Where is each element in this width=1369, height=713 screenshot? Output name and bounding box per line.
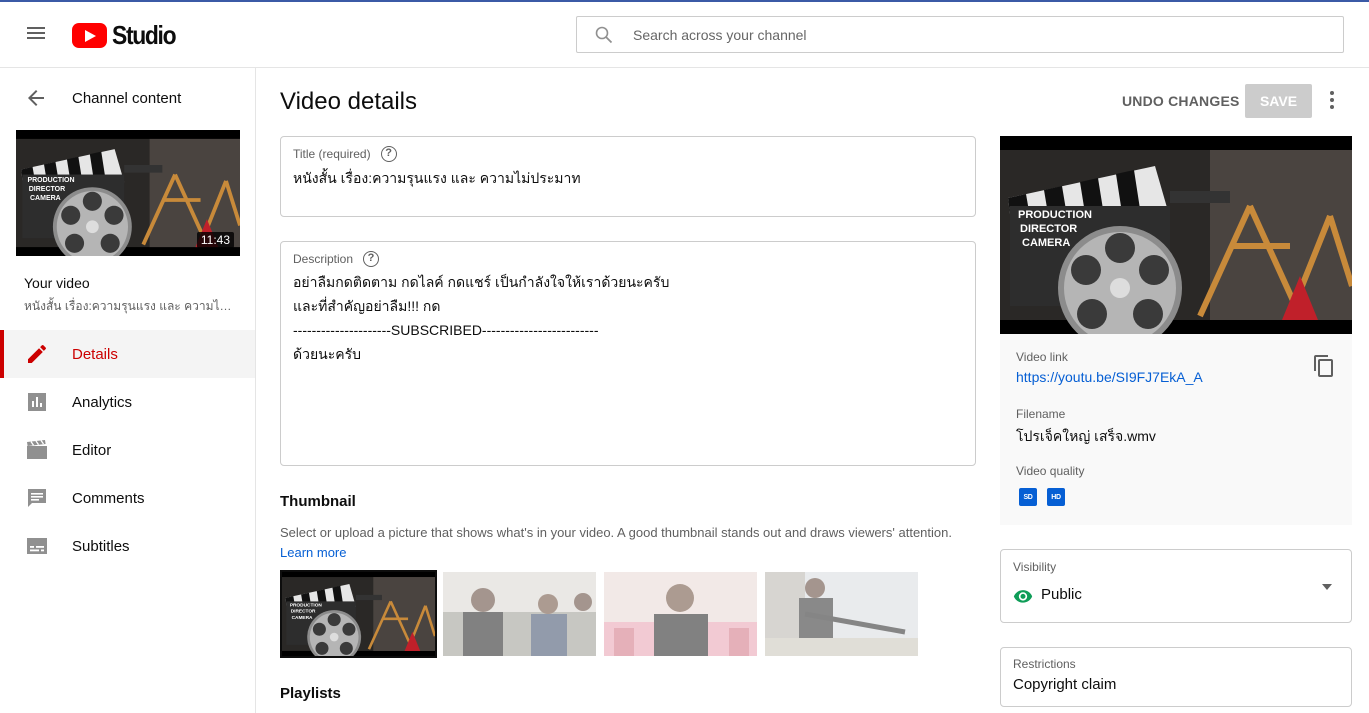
thumbnail-description-text: Select or upload a picture that shows wh…: [280, 525, 952, 540]
title-field[interactable]: Title (required) ? หนังสั้น เรื่อง:ความร…: [280, 136, 976, 217]
studio-logo[interactable]: Studio: [72, 20, 184, 50]
description-line: ---------------------SUBSCRIBED---------…: [293, 322, 599, 338]
description-line: อย่าลืมกดติดตาม กดไลค์ กดแชร์ เป็นกำลังใ…: [293, 274, 670, 290]
sidebar-item-label: Comments: [72, 489, 145, 507]
restrictions-field[interactable]: Restrictions Copyright claim: [1000, 647, 1352, 707]
title-field-label: Title (required) ?: [293, 146, 397, 162]
help-icon[interactable]: ?: [363, 251, 380, 267]
hamburger-menu-icon[interactable]: [24, 24, 48, 48]
thumbnail-option-selected[interactable]: [280, 570, 437, 658]
video-preview[interactable]: [1000, 136, 1352, 334]
sidebar: Channel content 11:43 Your video หนังสั้…: [0, 68, 256, 713]
title-label-text: Title (required): [293, 147, 371, 161]
clapperboard-icon: [27, 440, 47, 459]
search-bar[interactable]: [576, 16, 1344, 53]
sidebar-item-details[interactable]: Details: [0, 330, 255, 378]
description-line: ด้วยนะครับ: [293, 346, 362, 362]
title-input[interactable]: หนังสั้น เรื่อง:ความรุนแรง และ ความไม่ปร…: [293, 168, 581, 190]
video-link[interactable]: https://youtu.be/SI9FJ7EkA_A: [1016, 369, 1203, 385]
sd-quality-badge: SD: [1019, 488, 1037, 506]
learn-more-link[interactable]: Learn more: [280, 545, 346, 560]
pencil-icon: [28, 344, 46, 363]
sidebar-nav: Details Analytics Editor Comments Subtit…: [0, 330, 255, 570]
video-link-label: Video link: [1016, 350, 1068, 364]
sidebar-item-editor[interactable]: Editor: [0, 426, 255, 474]
youtube-play-icon: [72, 22, 107, 48]
thumbnail-heading: Thumbnail: [280, 493, 356, 510]
logo-text: Studio: [112, 19, 177, 50]
thumbnail-option[interactable]: [604, 572, 757, 656]
playlists-heading: Playlists: [280, 685, 341, 702]
sidebar-item-label: Editor: [72, 441, 112, 459]
sidebar-video-title: หนังสั้น เรื่อง:ความรุนแรง และ ความไม่ปร…: [24, 299, 234, 313]
clapperboard-image: [1000, 136, 1352, 334]
sidebar-video-thumbnail[interactable]: 11:43: [16, 130, 240, 256]
description-line: และที่สำคัญอย่าลืม!!! กด: [293, 298, 441, 314]
hd-quality-badge: HD: [1047, 488, 1065, 506]
restrictions-label: Restrictions: [1013, 657, 1076, 671]
help-icon[interactable]: ?: [380, 146, 397, 162]
undo-changes-button[interactable]: UNDO CHANGES: [1112, 84, 1250, 118]
comment-icon: [28, 489, 46, 507]
clapperboard-image: [282, 572, 435, 656]
thumbnail-image: [765, 572, 918, 656]
filename-value: โปรเจ็คใหญ่ เสร็จ.wmv: [1016, 428, 1156, 444]
search-icon: [595, 26, 613, 44]
video-info-panel: Video link https://youtu.be/SI9FJ7EkA_A …: [1000, 334, 1352, 525]
restrictions-value[interactable]: Copyright claim: [1013, 676, 1116, 693]
filename-label: Filename: [1016, 407, 1066, 421]
back-arrow-icon[interactable]: [24, 86, 48, 110]
thumbnail-image: [443, 572, 596, 656]
chevron-down-icon: [1322, 584, 1332, 590]
analytics-icon: [28, 393, 46, 411]
save-button[interactable]: SAVE: [1245, 84, 1312, 118]
thumbnail-option[interactable]: [443, 572, 596, 656]
your-video-label: Your video: [24, 275, 90, 291]
thumbnail-image: [604, 572, 757, 656]
visibility-dropdown[interactable]: Visibility Public: [1000, 549, 1352, 623]
top-bar: Studio: [0, 0, 1369, 68]
subtitles-icon: [27, 538, 47, 554]
description-field-label: Description ?: [293, 251, 380, 267]
visibility-value: Public: [1041, 586, 1082, 603]
channel-content-link[interactable]: Channel content: [72, 90, 181, 107]
video-duration: 11:43: [196, 232, 234, 248]
more-options-icon[interactable]: [1320, 89, 1344, 113]
thumbnail-option[interactable]: [765, 572, 918, 656]
sidebar-item-analytics[interactable]: Analytics: [0, 378, 255, 426]
sidebar-item-subtitles[interactable]: Subtitles: [0, 522, 255, 570]
description-field[interactable]: Description ? อย่าลืมกดติดตาม กดไลค์ กดแ…: [280, 241, 976, 466]
eye-icon: [1013, 590, 1033, 603]
sidebar-item-label: Analytics: [72, 393, 133, 411]
sidebar-item-label: Subtitles: [72, 537, 130, 555]
sidebar-item-comments[interactable]: Comments: [0, 474, 255, 522]
video-quality-label: Video quality: [1016, 464, 1085, 478]
search-input[interactable]: [633, 17, 1323, 52]
thumbnail-description: Select or upload a picture that shows wh…: [280, 523, 970, 563]
description-input[interactable]: อย่าลืมกดติดตาม กดไลค์ กดแชร์ เป็นกำลังใ…: [293, 270, 669, 366]
sidebar-item-label: Details: [72, 345, 118, 363]
page-title: Video details: [280, 88, 417, 115]
copy-icon[interactable]: [1312, 354, 1336, 378]
description-label-text: Description: [293, 252, 354, 266]
visibility-label: Visibility: [1013, 560, 1057, 574]
